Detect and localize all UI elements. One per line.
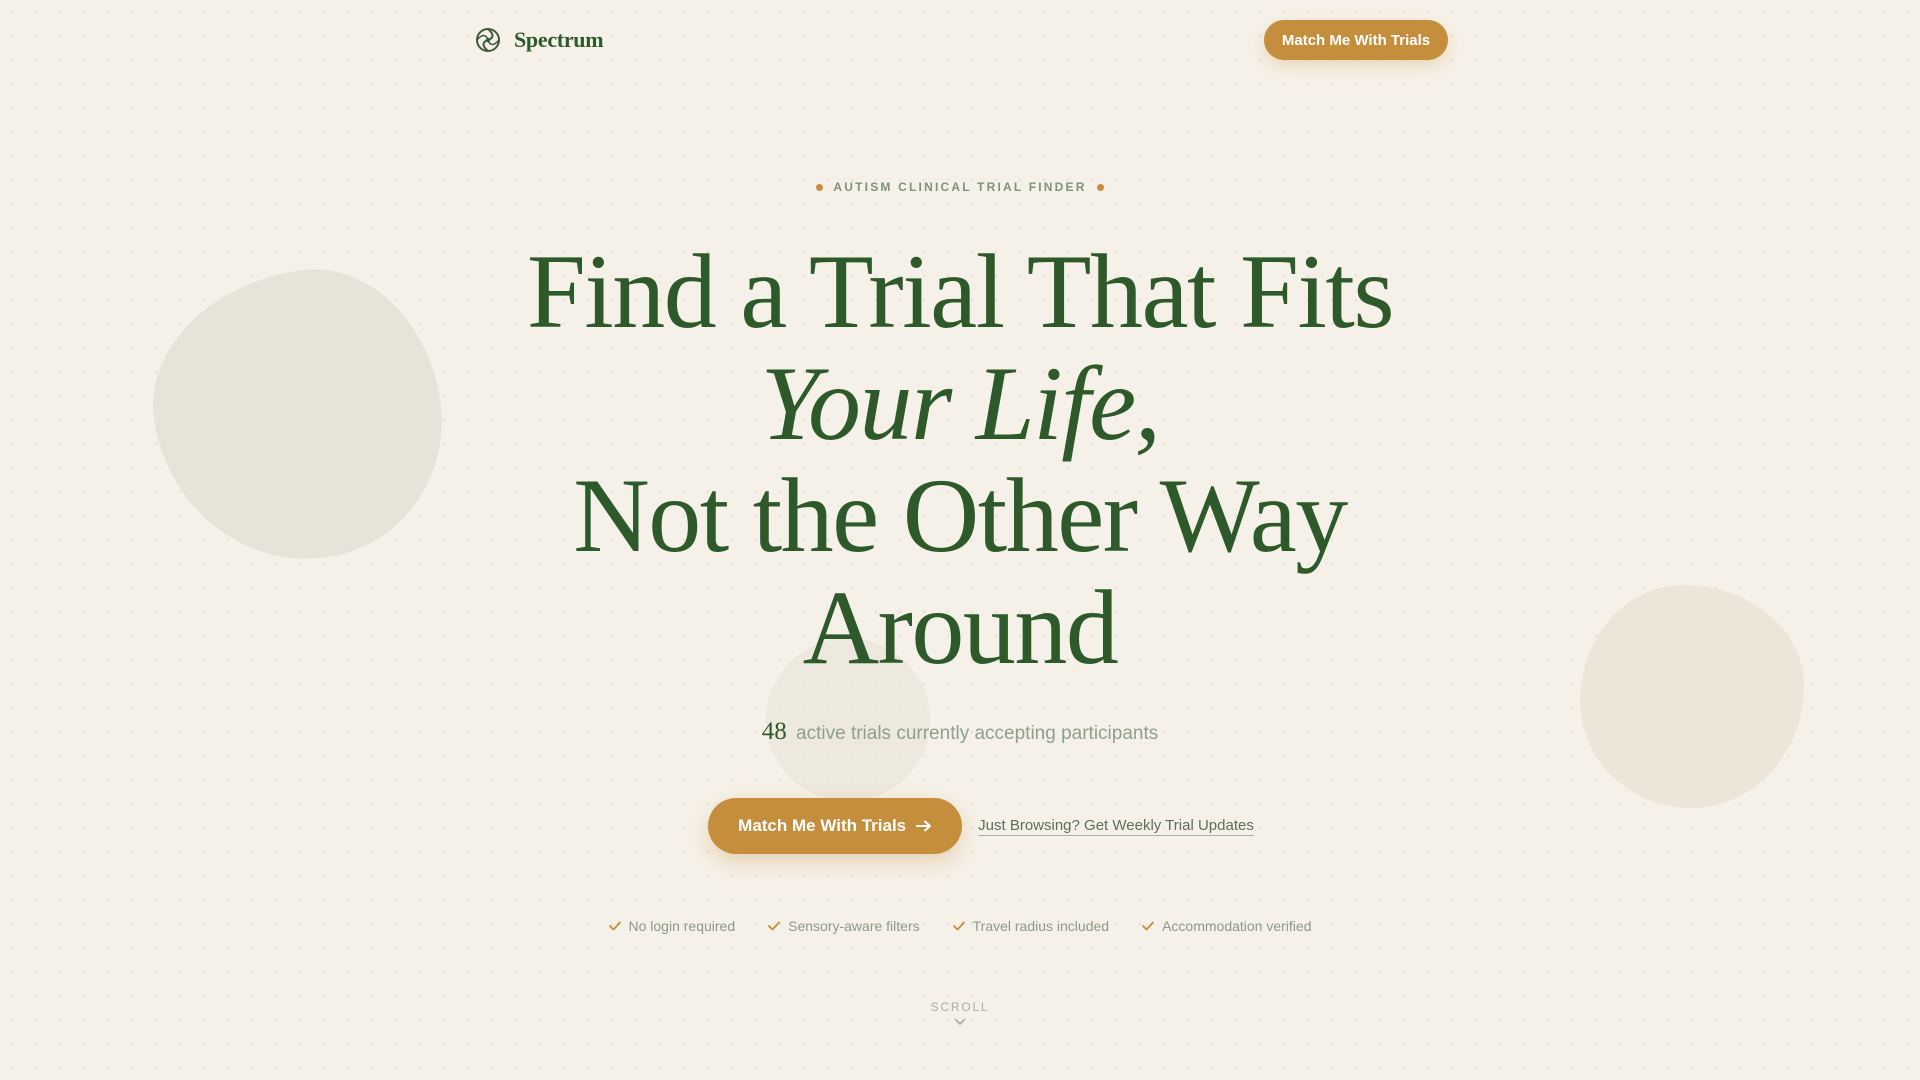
scroll-indicator[interactable]: SCROLL — [0, 1000, 1920, 1026]
scroll-label: SCROLL — [930, 1000, 990, 1014]
headline-line-1: Find a Trial That Fits — [526, 233, 1395, 350]
match-me-button[interactable]: Match Me With Trials — [708, 798, 963, 854]
eyebrow: AUTISM CLINICAL TRIAL FINDER — [0, 180, 1920, 194]
active-trials-count: 48 — [761, 718, 787, 745]
feature-list: No login required Sensory-aware filters … — [0, 918, 1920, 934]
check-icon — [1142, 921, 1154, 931]
feature-label: No login required — [628, 918, 736, 934]
brand-name: Spectrum — [514, 27, 604, 52]
weekly-updates-link[interactable]: Just Browsing? Get Weekly Trial Updates — [978, 817, 1254, 836]
active-trials-stat: 48 active trials currently accepting par… — [0, 718, 1920, 746]
check-icon — [768, 921, 781, 931]
headline-line-2: Your Life, — [760, 345, 1161, 462]
check-icon — [952, 921, 965, 931]
brand-logo-link[interactable]: Spectrum — [474, 24, 604, 56]
spectrum-logo-icon — [474, 26, 502, 54]
feature-label: Travel radius included — [972, 918, 1110, 934]
arrow-right-icon — [916, 817, 932, 835]
feature-label: Accommodation verified — [1162, 918, 1312, 934]
headline-line-3: Not the Other Way — [573, 457, 1348, 574]
site-header: Spectrum Match Me With Trials — [0, 0, 1920, 80]
match-me-button-label: Match Me With Trials — [738, 816, 907, 835]
chevron-down-icon — [954, 1018, 966, 1026]
active-trials-text: active trials currently accepting partic… — [796, 723, 1159, 744]
hero-headline: Find a Trial That Fits Your Life, Not th… — [0, 236, 1920, 684]
feature-label: Sensory-aware filters — [788, 918, 920, 934]
feature-item: Accommodation verified — [1142, 918, 1311, 934]
eyebrow-text: AUTISM CLINICAL TRIAL FINDER — [833, 180, 1087, 194]
feature-item: Travel radius included — [952, 918, 1110, 934]
headline-line-4: Around — [802, 569, 1119, 686]
cta-row: Match Me With Trials Just Browsing? Get … — [0, 798, 1920, 854]
feature-item: Sensory-aware filters — [768, 918, 920, 934]
eyebrow-dot-right — [1096, 183, 1104, 191]
check-icon — [608, 921, 621, 931]
eyebrow-dot-left — [816, 183, 824, 191]
feature-item: No login required — [608, 918, 736, 934]
header-match-button[interactable]: Match Me With Trials — [1264, 20, 1448, 60]
